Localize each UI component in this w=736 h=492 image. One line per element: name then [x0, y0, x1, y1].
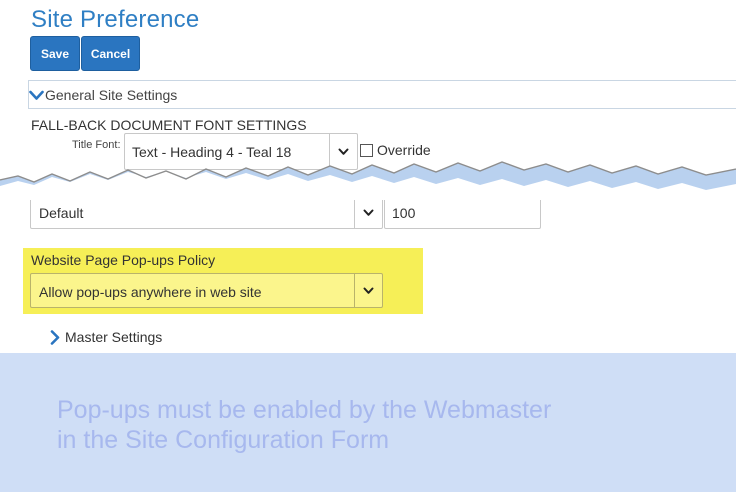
chevron-down-icon — [363, 287, 374, 294]
note-text: Pop-ups must be enabled by the Webmaster… — [57, 395, 551, 455]
cancel-button[interactable]: Cancel — [81, 36, 140, 71]
font-family-dropdown-button[interactable] — [354, 197, 382, 228]
chevron-down-icon — [363, 209, 374, 216]
page-title: Site Preference — [31, 6, 200, 33]
font-family-select[interactable]: Default — [30, 196, 383, 229]
chevron-right-icon[interactable] — [50, 330, 60, 345]
general-site-settings-label: General Site Settings — [45, 87, 178, 103]
chevron-down-icon[interactable] — [29, 90, 44, 101]
save-button[interactable]: Save — [30, 36, 80, 71]
font-size-value: 100 — [392, 205, 416, 221]
title-font-label: Title Font: — [72, 139, 121, 151]
master-settings-label: Master Settings — [65, 329, 163, 345]
note-line-2: in the Site Configuration Form — [57, 426, 390, 454]
torn-edge-divider — [0, 161, 736, 200]
popups-policy-select[interactable]: Allow pop-ups anywhere in web site — [30, 273, 383, 308]
popups-policy-value: Allow pop-ups anywhere in web site — [39, 284, 262, 300]
font-settings-heading: FALL-BACK DOCUMENT FONT SETTINGS — [31, 117, 307, 133]
general-site-settings-header[interactable]: General Site Settings — [28, 80, 736, 109]
note-panel: Pop-ups must be enabled by the Webmaster… — [0, 353, 736, 492]
popups-policy-label: Website Page Pop-ups Policy — [31, 252, 216, 268]
note-line-1: Pop-ups must be enabled by the Webmaster — [57, 396, 552, 424]
font-size-input[interactable]: 100 — [384, 196, 541, 229]
popups-policy-dropdown-button[interactable] — [354, 274, 382, 307]
font-family-value: Default — [39, 205, 84, 221]
